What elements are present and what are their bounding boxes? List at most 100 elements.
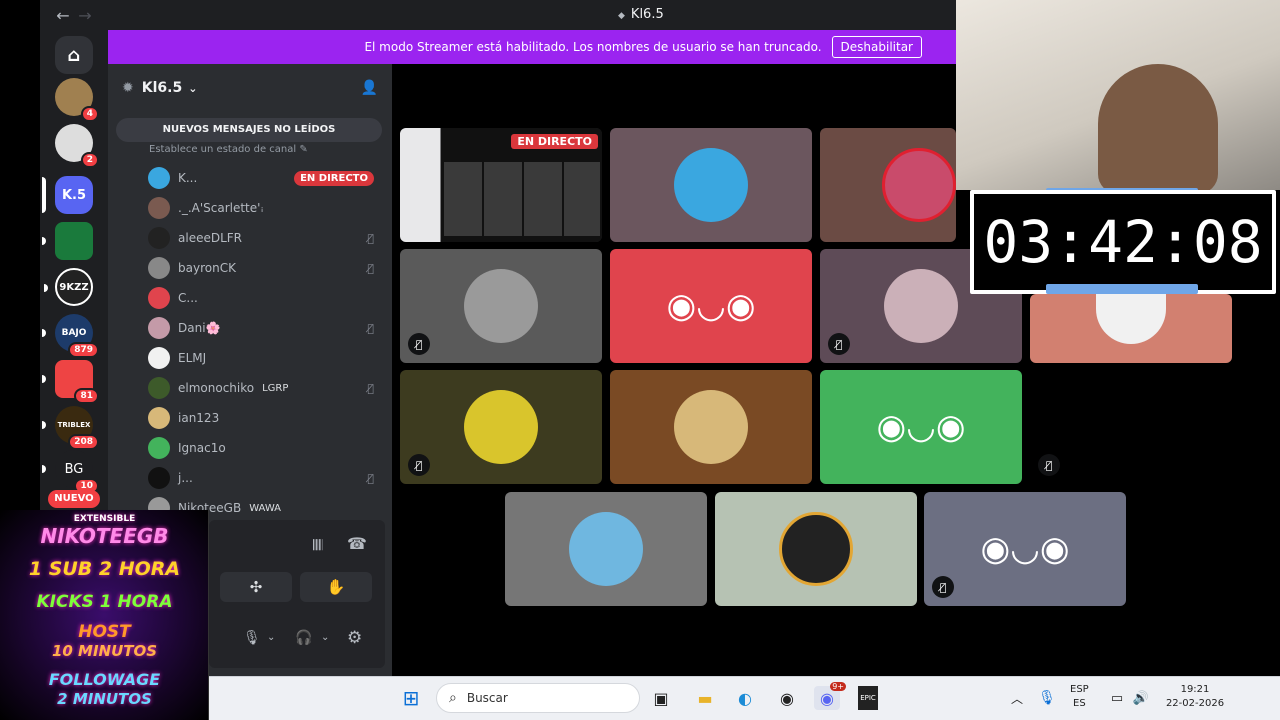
chevron-down-icon[interactable]: ⌄ — [267, 632, 275, 643]
muted-mic-icon: 🎙̸ — [408, 454, 430, 476]
member-tag: WAWA — [249, 502, 282, 514]
muted-mic-icon: 🎙̸ — [408, 333, 430, 355]
microphone-icon[interactable]: 🎙 — [243, 630, 261, 646]
voice-member-row[interactable]: C... — [148, 285, 384, 311]
live-badge: EN DIRECTO — [294, 170, 374, 186]
disconnect-icon[interactable]: ☎ — [347, 534, 367, 553]
participant-tile-empty[interactable]: 🎙̸ — [1030, 370, 1232, 484]
discord-logo-icon: ◉◡◉ — [980, 529, 1070, 569]
avatar — [464, 269, 538, 343]
title-bar: ← → — [40, 0, 956, 30]
participant-tile[interactable] — [505, 492, 707, 606]
unread-badge: 879 — [68, 342, 99, 358]
server-pill — [44, 284, 48, 292]
server-icon[interactable]: BG 10 — [42, 450, 99, 494]
member-name: ._.A'Scarlette'ꜟ — [178, 201, 264, 215]
stream-tile[interactable]: EN DIRECTO — [400, 128, 602, 242]
server-icon[interactable] — [42, 222, 93, 260]
participant-tile[interactable]: ◉◡◉ 🎙̸ — [924, 492, 1126, 606]
participant-tile[interactable] — [1030, 294, 1232, 363]
search-icon: ⌕ — [449, 690, 457, 706]
new-messages-bar[interactable]: NUEVOS MENSAJES NO LEÍDOS — [116, 118, 382, 142]
disable-streamer-button[interactable]: Deshabilitar — [831, 36, 922, 58]
voice-member-row[interactable]: bayronCK 🎙̸ — [148, 255, 384, 281]
edge-browser-icon[interactable]: ◐ — [732, 686, 758, 710]
server-icon[interactable]: TRIBLEX 208 — [42, 406, 99, 450]
server-pill — [42, 237, 46, 245]
participant-tile[interactable] — [715, 492, 917, 606]
mic-tray-icon[interactable]: 🎙 — [1034, 686, 1060, 710]
muted-mic-icon: 🎙̸ — [1038, 454, 1060, 476]
participant-tile[interactable]: ◉◡◉ — [820, 370, 1022, 484]
participant-tile[interactable] — [610, 370, 812, 484]
back-button[interactable]: ← — [52, 6, 74, 25]
new-badge[interactable]: NUEVO — [48, 490, 100, 508]
participant-tile[interactable]: ◉◡◉ — [610, 249, 812, 363]
soundboard-wave-icon[interactable]: 𝄃𝄃𝄃 — [313, 538, 322, 554]
server-label: BG — [64, 461, 84, 477]
headphones-icon[interactable]: 🎧 — [295, 630, 312, 646]
muted-mic-icon: 🎙̸ — [367, 321, 374, 335]
voice-member-row[interactable]: ._.A'Scarlette'ꜟ — [148, 195, 384, 221]
soundboard-button[interactable]: ✋ — [300, 572, 372, 602]
channel-status-hint[interactable]: Establece un estado de canal ✎ — [149, 144, 308, 155]
chevron-down-icon[interactable]: ⌄ — [321, 632, 329, 643]
promo-kicks: KICKS 1 HORA — [36, 592, 173, 612]
avatar — [674, 390, 748, 464]
network-icon[interactable]: ▭ — [1104, 686, 1130, 710]
participant-tile[interactable] — [610, 128, 812, 242]
server-icon-active[interactable]: K.5 — [42, 176, 93, 214]
participant-tile[interactable] — [820, 128, 956, 242]
voice-member-row[interactable]: ian123 — [148, 405, 384, 431]
server-label: TRIBLEX — [57, 421, 91, 429]
avatar — [148, 347, 170, 369]
server-icon[interactable]: 2 — [55, 124, 99, 168]
voice-member-row[interactable]: Ignac1o — [148, 435, 384, 461]
discord-logo-icon: ◉◡◉ — [876, 407, 966, 447]
server-icon[interactable]: 4 — [55, 78, 99, 122]
member-name: Dani🌸 — [178, 321, 221, 335]
server-icon[interactable]: 81 — [42, 360, 99, 404]
active-server-pill — [42, 177, 46, 213]
chevron-up-icon[interactable]: ︿ — [1004, 686, 1030, 710]
member-name: j... — [178, 471, 193, 485]
unread-badge: 4 — [80, 106, 99, 122]
voice-member-row[interactable]: elmonochiko LGRP 🎙̸ — [148, 375, 384, 401]
member-tag: LGRP — [262, 382, 289, 394]
voice-member-row[interactable]: K... EN DIRECTO — [148, 165, 384, 191]
avatar — [464, 390, 538, 464]
volume-icon[interactable]: 🔊 — [1128, 686, 1154, 710]
add-member-icon[interactable]: 👤 — [361, 80, 378, 96]
obs-icon[interactable]: ◉ — [774, 686, 800, 710]
discord-home-icon[interactable]: ⌂ — [55, 36, 93, 74]
guild-header[interactable]: ✹ Kl6.5 ⌄ 👤 — [108, 64, 392, 112]
participant-tile[interactable]: 🎙̸ — [400, 249, 602, 363]
activities-button[interactable]: ✣ — [220, 572, 292, 602]
member-name: elmonochiko — [178, 381, 255, 395]
status-hint-text: Establece un estado de canal — [149, 144, 297, 155]
task-view-icon[interactable]: ▣ — [648, 686, 674, 710]
participant-tile[interactable]: 🎙̸ — [400, 370, 602, 484]
avatar — [569, 512, 643, 586]
avatar — [148, 467, 170, 489]
windows-start-icon[interactable]: ⊞ — [398, 686, 424, 710]
discord-taskbar-icon[interactable]: ◉ 9+ — [814, 682, 846, 710]
voice-member-row[interactable]: ELMJ — [148, 345, 384, 371]
server-pill — [42, 465, 46, 473]
server-icon[interactable]: BAJO 879 — [42, 314, 99, 358]
file-explorer-icon[interactable]: ▬ — [692, 686, 718, 710]
discord-badge: 9+ — [830, 682, 846, 691]
language-indicator[interactable]: ESP ES — [1070, 684, 1089, 709]
settings-gear-icon[interactable]: ⚙ — [347, 628, 362, 648]
soundboard-icon: ✋ — [326, 578, 346, 596]
taskbar-search[interactable]: ⌕ Buscar — [436, 683, 640, 713]
member-name: bayronCK — [178, 261, 236, 275]
voice-member-row[interactable]: Dani🌸 🎙̸ — [148, 315, 384, 341]
clock[interactable]: 19:21 22-02-2026 — [1160, 684, 1230, 709]
server-icon[interactable]: 9KZZ — [44, 268, 93, 306]
voice-member-row[interactable]: aleeeDLFR 🎙̸ — [148, 225, 384, 251]
forward-button[interactable]: → — [74, 6, 96, 25]
voice-member-row[interactable]: j... 🎙̸ — [148, 465, 384, 491]
epic-games-icon[interactable]: EPIC — [858, 686, 878, 710]
server-label: 9KZZ — [59, 281, 89, 293]
